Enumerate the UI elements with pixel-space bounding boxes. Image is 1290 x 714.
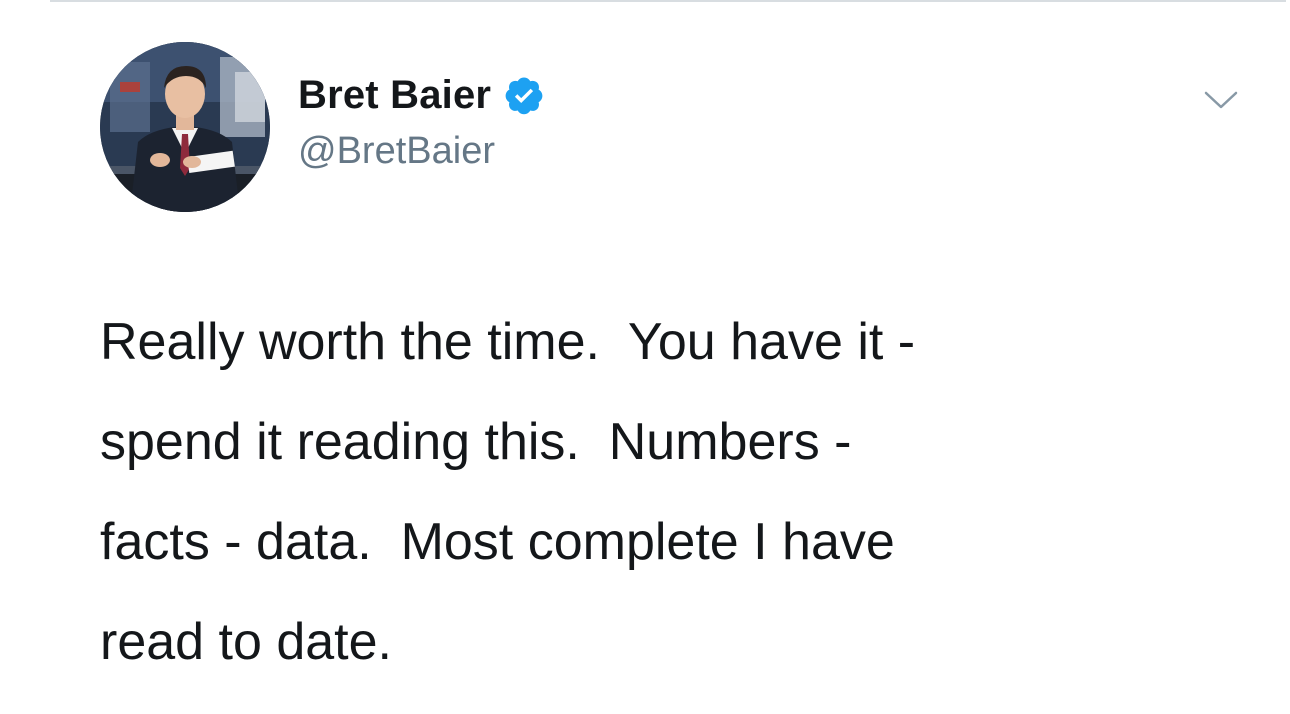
tweet-text-line: Really worth the time. You have it -: [100, 313, 916, 371]
author-handle[interactable]: @BretBaier: [298, 130, 495, 173]
tweet-card: Bret Baier @BretBaier Really worth the t…: [0, 0, 1290, 714]
tweet-menu-button[interactable]: [1196, 80, 1246, 120]
verified-badge-icon: [503, 74, 545, 116]
author-display-name[interactable]: Bret Baier: [298, 73, 491, 118]
avatar-photo: [100, 42, 270, 212]
chevron-down-icon: [1204, 91, 1238, 109]
tweet-text-line: spend it reading this. Numbers -: [100, 413, 852, 471]
tweet-text: Really worth the time. You have it - spe…: [100, 292, 1240, 692]
author-name-row: Bret Baier: [298, 70, 545, 120]
avatar[interactable]: [100, 42, 270, 212]
tweet-text-line: facts - data. Most complete I have: [100, 513, 895, 571]
tweet-text-line: read to date.: [100, 613, 392, 671]
